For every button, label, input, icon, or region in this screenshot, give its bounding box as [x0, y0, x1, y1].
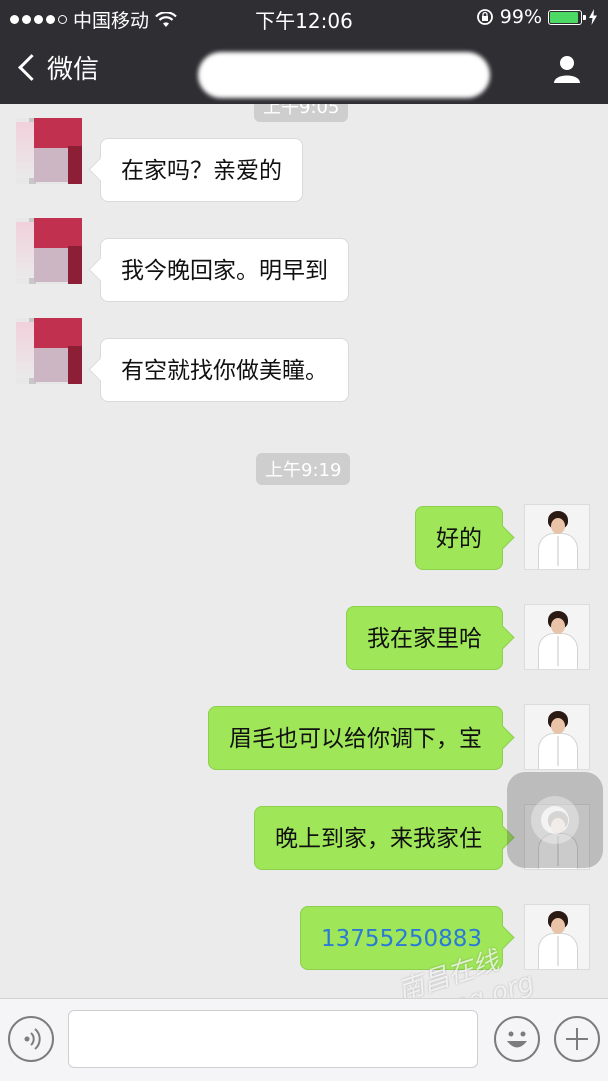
outgoing-message[interactable]: 好的 — [415, 506, 503, 570]
my-avatar[interactable] — [524, 604, 590, 670]
input-bar — [0, 998, 608, 1081]
contact-avatar[interactable] — [16, 118, 82, 184]
battery-percent: 99% — [499, 6, 542, 28]
my-avatar[interactable] — [524, 904, 590, 970]
message-input[interactable] — [68, 1010, 478, 1068]
assistive-touch-button[interactable] — [507, 772, 603, 868]
person-icon[interactable] — [552, 54, 582, 84]
plus-icon[interactable] — [554, 1016, 600, 1062]
incoming-message[interactable]: 在家吗？亲爱的 — [100, 138, 303, 202]
nav-bar: 微信 — [0, 34, 608, 104]
contact-avatar[interactable] — [16, 218, 82, 284]
status-bar: 中国移动 下午12:06 99% — [0, 0, 608, 34]
time-separator-top: 上午9:05 — [254, 104, 349, 122]
time-separator: 上午9:19 — [256, 453, 351, 485]
rotation-lock-icon — [476, 9, 493, 25]
voice-icon[interactable] — [8, 1016, 54, 1062]
outgoing-message[interactable]: 我在家里哈 — [346, 606, 503, 670]
my-avatar[interactable] — [524, 704, 590, 770]
status-right: 99% — [476, 6, 598, 28]
incoming-message[interactable]: 有空就找你做美瞳。 — [100, 338, 349, 402]
outgoing-message[interactable]: 眉毛也可以给你调下，宝 — [208, 706, 503, 770]
outgoing-message[interactable]: 晚上到家，来我家住 — [254, 806, 503, 870]
incoming-message[interactable]: 我今晚回家。明早到 — [100, 238, 349, 302]
my-avatar[interactable] — [524, 504, 590, 570]
chat-area[interactable]: 上午9:05 在家吗？亲爱的 我今晚回家。明早到 有空就找你做美瞳。 上午9:1… — [0, 104, 608, 998]
back-label: 微信 — [47, 55, 100, 85]
battery-icon — [548, 9, 586, 25]
contact-avatar[interactable] — [16, 318, 82, 384]
chat-title-redacted — [198, 52, 490, 98]
chevron-left-icon — [18, 54, 45, 81]
emoji-icon[interactable] — [494, 1016, 540, 1062]
top-bar: 中国移动 下午12:06 99% 微信 — [0, 0, 608, 104]
back-button[interactable]: 微信 — [16, 49, 99, 86]
outgoing-phone-link[interactable]: 13755250883 — [300, 906, 503, 970]
charging-icon — [589, 9, 597, 25]
